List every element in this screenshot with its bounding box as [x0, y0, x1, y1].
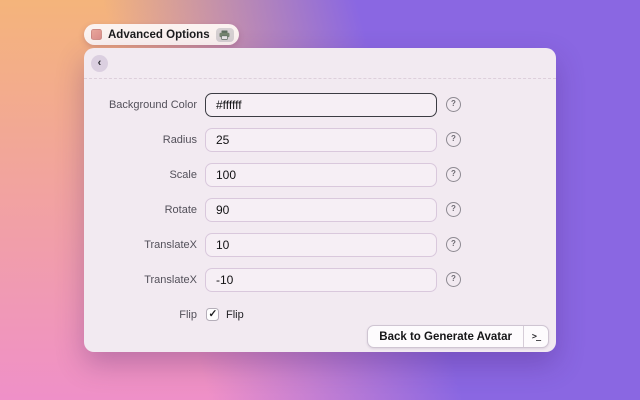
back-button[interactable]: ‹ — [91, 54, 108, 72]
background-color-input[interactable] — [205, 92, 437, 117]
radius-input[interactable] — [205, 127, 437, 152]
field-label: Flip — [179, 308, 197, 321]
help-icon[interactable]: ? — [446, 237, 461, 252]
printer-icon[interactable] — [215, 27, 234, 42]
help-icon[interactable]: ? — [446, 97, 461, 112]
field-label: TranslateX — [144, 273, 197, 286]
field-label: Radius — [162, 133, 197, 146]
flip-checkbox[interactable] — [206, 308, 219, 321]
field-row-translatex-2: TranslateX ? — [84, 262, 556, 297]
field-label: Rotate — [164, 203, 197, 216]
advanced-options-label: Advanced Options — [108, 28, 210, 41]
field-row-background-color: Background Color ? — [84, 87, 556, 122]
help-icon[interactable]: ? — [446, 202, 461, 217]
back-to-generate-avatar-button[interactable]: Back to Generate Avatar — [368, 326, 523, 347]
field-row-radius: Radius ? — [84, 122, 556, 157]
translatex-input[interactable] — [205, 232, 437, 257]
help-icon[interactable]: ? — [446, 132, 461, 147]
field-row-translatex: TranslateX ? — [84, 227, 556, 262]
field-label: Background Color — [108, 98, 197, 111]
desktop-background: Advanced Options ‹ Background Color ? Ra… — [0, 0, 640, 400]
field-row-scale: Scale ? — [84, 157, 556, 192]
help-icon[interactable]: ? — [446, 167, 461, 182]
field-label: TranslateX — [144, 238, 197, 251]
options-form: Background Color ? Radius ? Scale ? Rota… — [84, 79, 556, 332]
flip-checkbox-group: Flip — [206, 308, 244, 321]
field-label: Scale — [169, 168, 197, 181]
panel-footer: Back to Generate Avatar >_ — [367, 325, 549, 348]
avatar-swatch-icon — [91, 29, 102, 40]
panel-header: ‹ — [84, 48, 556, 79]
chevron-left-icon: ‹ — [97, 56, 102, 69]
help-icon[interactable]: ? — [446, 272, 461, 287]
field-row-rotate: Rotate ? — [84, 192, 556, 227]
terminal-button[interactable]: >_ — [523, 326, 548, 347]
advanced-options-panel: ‹ Background Color ? Radius ? Scale ? Ro… — [84, 48, 556, 352]
advanced-options-tab[interactable]: Advanced Options — [84, 24, 239, 45]
terminal-prompt-icon: >_ — [531, 331, 541, 342]
flip-checkbox-label: Flip — [226, 308, 244, 321]
rotate-input[interactable] — [205, 197, 437, 222]
footer-split-button: Back to Generate Avatar >_ — [367, 325, 549, 348]
scale-input[interactable] — [205, 162, 437, 187]
translatex-2-input[interactable] — [205, 267, 437, 292]
